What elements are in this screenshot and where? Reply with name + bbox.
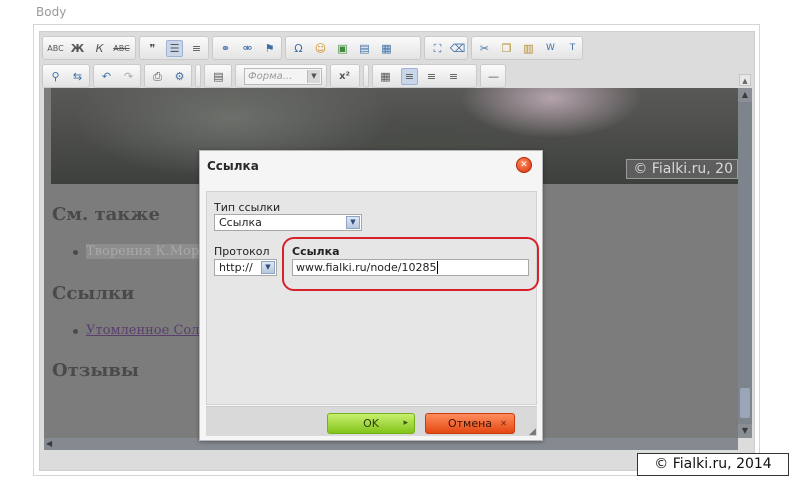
scroll-thumb[interactable]	[740, 388, 750, 418]
close-icon[interactable]: ✕	[516, 157, 532, 173]
toolbar-group-clipboard: ✂ ❐ ▥ W T	[471, 36, 583, 60]
toolbar-group-source: ▤	[204, 64, 232, 88]
dialog-title: Ссылка	[207, 159, 259, 173]
toolbar-row-1: ABC Ж К ABC ❞ ☰ ≡ ⚭ ⚮ ⚑ Ω ☺ ▣ ▤ ▦ ⛶ ⌫ ✂ …	[42, 36, 742, 60]
bold-icon[interactable]: Ж	[69, 40, 86, 57]
highlight-annotation	[282, 237, 539, 291]
ok-button[interactable]: OK	[327, 413, 415, 434]
photo-credit: © Fialki.ru, 20	[626, 159, 738, 179]
link-type-value: Ссылка	[219, 216, 262, 229]
strikethrough-icon[interactable]: ABC	[113, 40, 130, 57]
chevron-down-icon: ▼	[346, 216, 360, 229]
paste-text-icon[interactable]: T	[564, 40, 581, 57]
cancel-button[interactable]: Отмена	[425, 413, 515, 434]
link-icon[interactable]: ⚭	[217, 40, 234, 57]
source-icon[interactable]: ▤	[210, 68, 227, 85]
protocol-value: http://	[219, 261, 253, 274]
toolbar-group-tools: ⛶ ⌫	[424, 36, 468, 60]
unlink-icon[interactable]: ⚮	[239, 40, 256, 57]
heading-reviews: Отзывы	[52, 360, 139, 381]
toolbar-group-rule: —	[480, 64, 506, 88]
dialog-body: Тип ссылки Ссылка ▼ Протокол http:// ▼ С…	[206, 191, 537, 405]
toolbar-group-document: ⎙ ⚙	[144, 64, 192, 88]
toolbar-group-insert: Ω ☺ ▣ ▤ ▦	[285, 36, 421, 60]
toolbar-group-history: ↶ ↷	[93, 64, 141, 88]
table-icon[interactable]: ▦	[377, 68, 394, 85]
scroll-left-icon[interactable]: ◀	[46, 438, 52, 450]
see-also-link[interactable]: Творения К.Морев	[86, 244, 215, 259]
toolbar-group-align: ▦ ≡ ≡ ≡	[372, 64, 477, 88]
link-type-label: Тип ссылки	[214, 201, 281, 214]
smiley-icon[interactable]: ☺	[312, 40, 329, 57]
undo-icon[interactable]: ↶	[98, 68, 115, 85]
toolbar-group-links: ⚭ ⚮ ⚑	[212, 36, 282, 60]
chevron-down-icon: ▼	[261, 261, 275, 274]
list-item: Утомленное Солнц	[73, 323, 217, 338]
cut-icon[interactable]: ✂	[476, 40, 493, 57]
list-item: Творения К.Морев	[72, 244, 215, 259]
link-type-select[interactable]: Ссылка ▼	[214, 214, 362, 231]
toolbar-row-2: ⚲ ⇆ ↶ ↷ ⎙ ⚙ ▤ Форма... ▼ x² ▦ ≡ ≡ ≡ —	[42, 64, 742, 88]
superscript-icon[interactable]: x²	[336, 68, 353, 85]
watermark: © Fialki.ru, 2014	[637, 453, 789, 476]
field-label: Body	[36, 5, 67, 19]
format-dropdown[interactable]: Форма... ▼	[244, 68, 322, 85]
toolbar-group-format-combo: Форма... ▼	[235, 64, 327, 88]
template-icon[interactable]: ⚙	[171, 68, 188, 85]
toolbar-group-lists: ❞ ☰ ≡	[139, 36, 209, 60]
heading-see-also: См. также	[52, 204, 160, 225]
bulleted-list-icon[interactable]: ☰	[166, 40, 183, 57]
spellcheck-icon[interactable]: ABC	[47, 40, 64, 57]
protocol-label: Протокол	[214, 245, 270, 258]
toolbar-group-find: ⚲ ⇆	[42, 64, 90, 88]
fullscreen-icon[interactable]: ⛶	[429, 40, 446, 57]
special-char-icon[interactable]: Ω	[290, 40, 307, 57]
media-icon[interactable]: ▦	[378, 40, 395, 57]
copy-icon[interactable]: ❐	[498, 40, 515, 57]
image-icon[interactable]: ▣	[334, 40, 351, 57]
italic-icon[interactable]: К	[91, 40, 108, 57]
align-center-icon[interactable]: ≡	[423, 68, 440, 85]
redo-icon[interactable]: ↷	[120, 68, 137, 85]
align-left-icon[interactable]: ≡	[401, 68, 418, 85]
paste-word-icon[interactable]: W	[542, 40, 559, 57]
external-link[interactable]: Утомленное Солнц	[86, 323, 217, 338]
scroll-down-icon[interactable]: ▼	[738, 424, 752, 438]
align-right-icon[interactable]: ≡	[445, 68, 462, 85]
eraser-icon[interactable]: ⌫	[449, 40, 466, 57]
replace-icon[interactable]: ⇆	[69, 68, 86, 85]
numbered-list-icon[interactable]: ≡	[188, 40, 205, 57]
toolbar-group-script: x²	[330, 64, 360, 88]
link-dialog: Ссылка ✕ Тип ссылки Ссылка ▼ Протокол ht…	[199, 150, 543, 441]
heading-links: Ссылки	[52, 283, 135, 304]
protocol-select[interactable]: http:// ▼	[214, 259, 277, 276]
toolbar-separator-2	[363, 64, 369, 88]
chevron-down-icon: ▼	[307, 70, 320, 83]
paste-icon[interactable]: ▥	[520, 40, 537, 57]
flash-icon[interactable]: ▤	[356, 40, 373, 57]
horizontal-rule-icon[interactable]: —	[485, 68, 502, 85]
collapse-toolbar-icon[interactable]: ▲	[739, 74, 751, 86]
resize-grip-icon[interactable]: ◢	[529, 427, 539, 437]
format-dropdown-label: Форма...	[248, 71, 293, 82]
find-icon[interactable]: ⚲	[47, 68, 64, 85]
toolbar-separator	[195, 64, 201, 88]
anchor-icon[interactable]: ⚑	[261, 40, 278, 57]
blockquote-icon[interactable]: ❞	[144, 40, 161, 57]
toolbar-group-format: ABC Ж К ABC	[42, 36, 136, 60]
dialog-footer: OK Отмена	[206, 406, 537, 436]
preview-icon[interactable]: ⎙	[149, 68, 166, 85]
scroll-up-icon[interactable]: ▲	[738, 88, 752, 102]
vertical-scrollbar[interactable]: ▲ ▼	[738, 88, 752, 438]
